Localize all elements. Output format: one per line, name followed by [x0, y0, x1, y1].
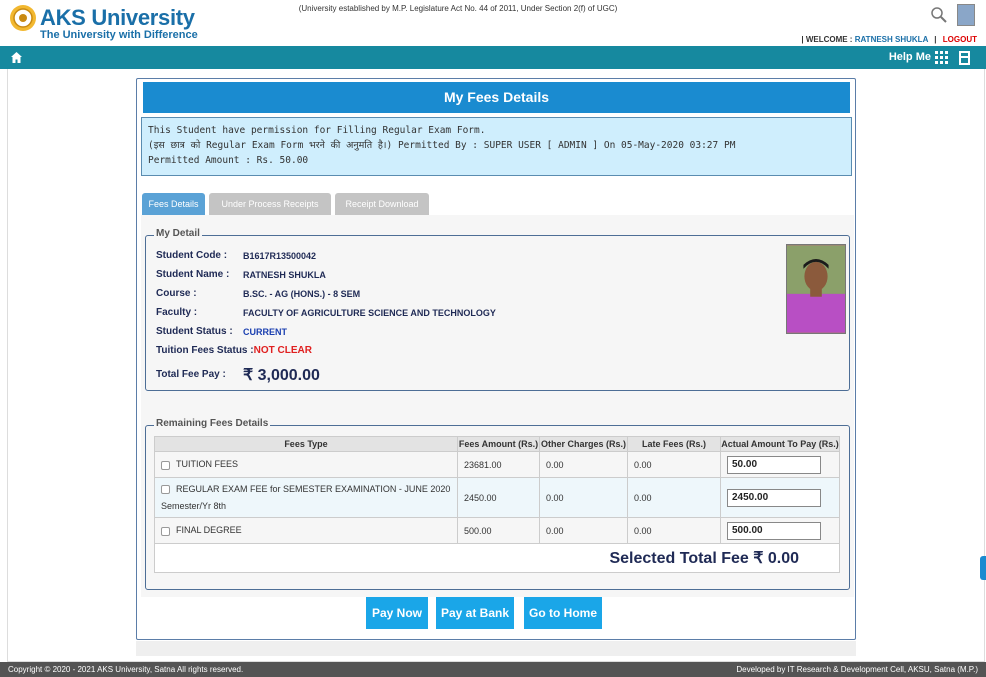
faculty-label: Faculty :	[156, 307, 198, 318]
page-title: My Fees Details	[143, 82, 850, 113]
late-fees-cell: 0.00	[627, 451, 721, 478]
late-fees-cell: 0.00	[627, 477, 721, 518]
fees-type-text: TUITION FEES	[176, 459, 239, 470]
pay-at-bank-button[interactable]: Pay at Bank	[436, 597, 514, 629]
brand-tagline: The University with Difference	[40, 29, 198, 41]
help-link[interactable]: Help Me	[889, 51, 931, 63]
footer: Copyright © 2020 - 2021 AKS University, …	[0, 662, 986, 677]
permission-notice: This Student have permission for Filling…	[141, 117, 852, 176]
status-value: CURRENT	[243, 327, 287, 337]
apps-grid-icon[interactable]	[935, 51, 949, 65]
actual-amount-cell	[720, 451, 840, 478]
fees-type-cell: FINAL DEGREE	[154, 517, 458, 544]
fees-type-cell: REGULAR EXAM FEE for SEMESTER EXAMINATIO…	[154, 477, 458, 518]
fees-amount-cell: 2450.00	[457, 477, 540, 518]
actual-amount-cell	[720, 477, 840, 518]
fees-amount-cell: 23681.00	[457, 451, 540, 478]
col-late-fees: Late Fees (Rs.)	[627, 436, 721, 452]
welcome-user-name[interactable]: RATNESH SHUKLA	[855, 35, 928, 44]
student-photo	[786, 244, 846, 334]
fees-amount-cell: 500.00	[457, 517, 540, 544]
home-icon[interactable]	[10, 51, 23, 64]
tuition-status-value: NOT CLEAR	[253, 345, 312, 356]
logout-sep: |	[934, 35, 937, 44]
fees-panel: My Fees Details This Student have permis…	[136, 78, 856, 640]
col-fees-type: Fees Type	[154, 436, 458, 452]
remaining-fees-legend: Remaining Fees Details	[154, 418, 271, 429]
footer-copyright: Copyright © 2020 - 2021 AKS University, …	[8, 665, 244, 674]
tab-receipt-download[interactable]: Receipt Download	[335, 193, 429, 215]
my-detail-section: My Detail Student Code : B1617R13500042 …	[145, 228, 850, 391]
row-checkbox[interactable]	[161, 460, 170, 470]
amount-to-pay-input[interactable]	[727, 488, 821, 507]
fees-type-subtext: Semester/Yr 8th	[161, 500, 227, 511]
course-label: Course :	[156, 288, 197, 299]
col-other-charges: Other Charges (Rs.)	[539, 436, 628, 452]
notice-line-1: This Student have permission for Filling…	[148, 125, 486, 136]
my-detail-legend: My Detail	[154, 228, 202, 239]
other-charges-cell: 0.00	[539, 517, 628, 544]
other-charges-cell: 0.00	[539, 477, 628, 518]
table-row: FINAL DEGREE 500.00 0.00 0.00	[154, 517, 840, 544]
logout-link[interactable]: LOGOUT	[943, 35, 977, 44]
header: AKS University The University with Diffe…	[0, 0, 986, 46]
nav-bar: Help Me	[0, 46, 986, 69]
student-name-value: RATNESH SHUKLA	[243, 270, 326, 280]
table-row: TUITION FEES 23681.00 0.00 0.00	[154, 451, 840, 478]
side-feedback-tab[interactable]	[980, 556, 986, 580]
row-checkbox[interactable]	[161, 526, 170, 536]
tab-content: My Detail Student Code : B1617R13500042 …	[141, 215, 854, 597]
go-to-home-button[interactable]: Go to Home	[524, 597, 602, 629]
pay-now-button[interactable]: Pay Now	[366, 597, 428, 629]
selected-total-row: Selected Total Fee ₹ 0.00	[154, 543, 840, 573]
selected-total: Selected Total Fee ₹ 0.00	[154, 543, 840, 573]
establishment-text: (University established by M.P. Legislat…	[298, 4, 618, 13]
total-fee-value: ₹ 3,000.00	[243, 367, 320, 384]
remaining-fees-section: Remaining Fees Details Fees Type Fees Am…	[145, 418, 850, 590]
fees-table: Fees Type Fees Amount (Rs.) Other Charge…	[154, 436, 840, 573]
col-fees-amount: Fees Amount (Rs.)	[457, 436, 540, 452]
calculator-icon[interactable]	[958, 51, 971, 65]
footer-developer: Developed by IT Research & Development C…	[736, 665, 978, 674]
notice-line-2: (इस छात्र को Regular Exam Form भरने की अ…	[148, 140, 736, 151]
faculty-value: FACULTY OF AGRICULTURE SCIENCE AND TECHN…	[243, 308, 496, 318]
welcome-bar: | WELCOME : RATNESH SHUKLA | LOGOUT	[801, 35, 977, 44]
search-icon[interactable]	[930, 6, 948, 24]
course-value: B.SC. - AG (HONS.) - 8 SEM	[243, 289, 361, 299]
fees-type-cell: TUITION FEES	[154, 451, 458, 478]
student-code-value: B1617R13500042	[243, 251, 317, 261]
amount-to-pay-input[interactable]	[727, 521, 821, 540]
fees-type-text: REGULAR EXAM FEE for SEMESTER EXAMINATIO…	[176, 483, 451, 494]
amount-to-pay-input[interactable]	[727, 455, 821, 474]
actual-amount-cell	[720, 517, 840, 544]
tab-fees-details[interactable]: Fees Details	[142, 193, 205, 215]
other-charges-cell: 0.00	[539, 451, 628, 478]
tuition-status-label: Tuition Fees Status :NOT CLEAR	[156, 345, 312, 356]
panel-bottom-strip	[136, 641, 856, 656]
welcome-label: WELCOME :	[805, 35, 853, 44]
total-fee-label: Total Fee Pay :	[156, 369, 226, 380]
status-label: Student Status :	[156, 326, 233, 337]
notice-line-3: Permitted Amount : Rs. 50.00	[148, 155, 309, 166]
table-row: REGULAR EXAM FEE for SEMESTER EXAMINATIO…	[154, 477, 840, 518]
col-actual-amount: Actual Amount To Pay (Rs.)	[720, 436, 840, 452]
tab-under-process-receipts[interactable]: Under Process Receipts	[209, 193, 331, 215]
student-name-label: Student Name :	[156, 269, 230, 280]
student-code-label: Student Code :	[156, 250, 228, 261]
user-avatar[interactable]	[957, 4, 975, 26]
row-checkbox[interactable]	[161, 484, 170, 494]
fees-type-text: FINAL DEGREE	[176, 525, 242, 536]
late-fees-cell: 0.00	[627, 517, 721, 544]
welcome-sep: |	[801, 35, 804, 44]
